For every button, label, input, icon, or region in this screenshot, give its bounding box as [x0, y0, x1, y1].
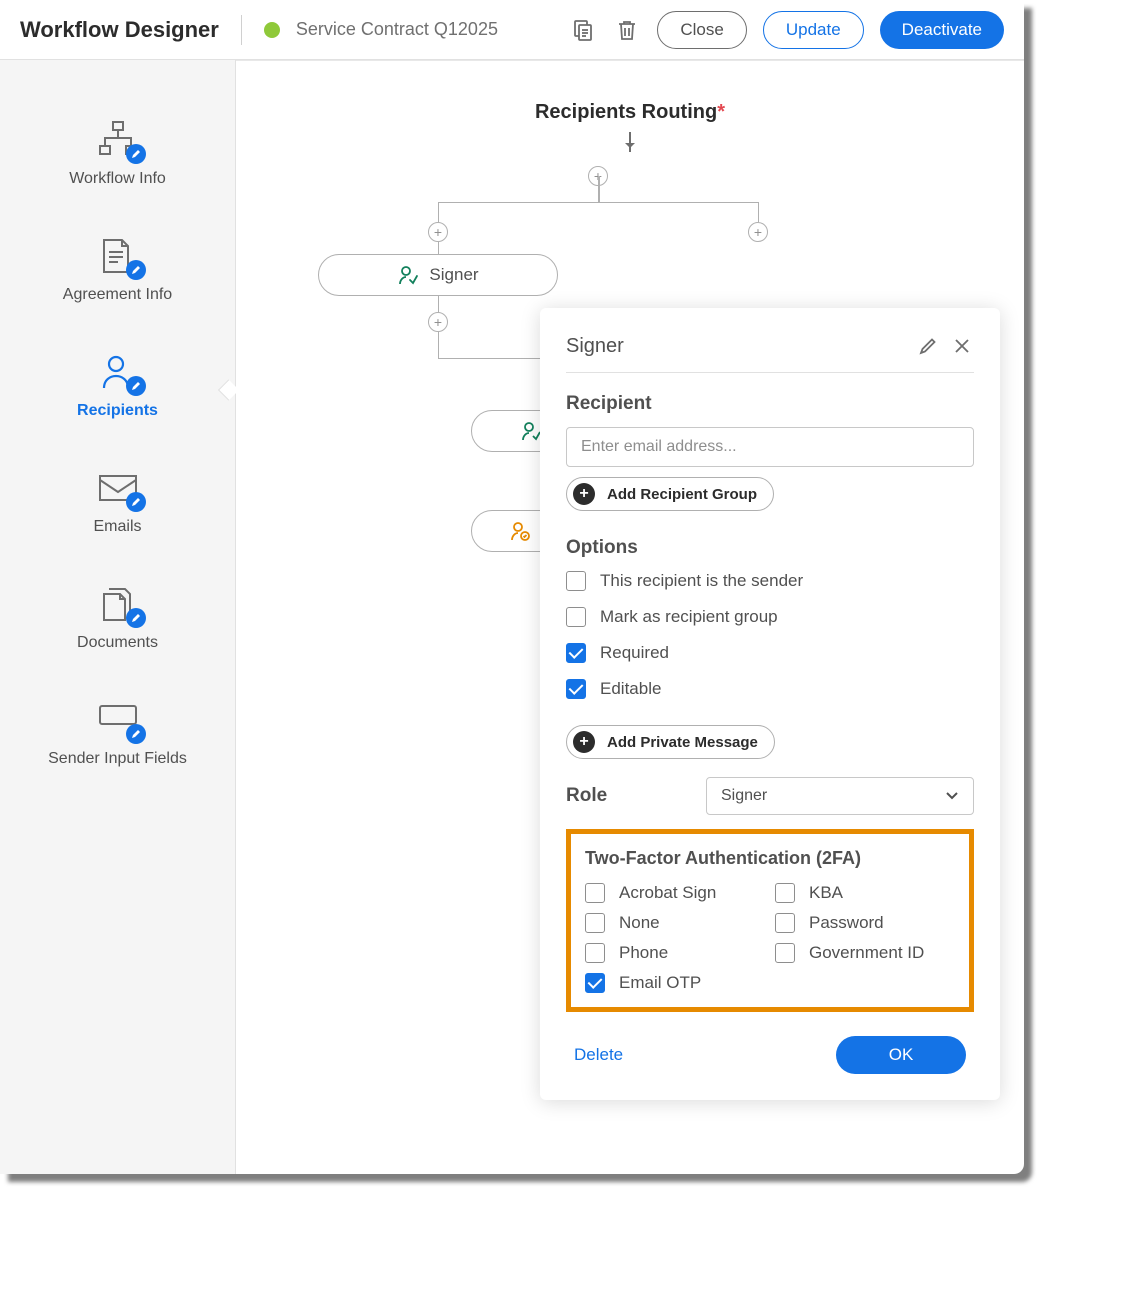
tfa-heading: Two-Factor Authentication (2FA): [585, 848, 955, 869]
delete-link[interactable]: Delete: [574, 1045, 623, 1065]
add-node-button[interactable]: +: [748, 222, 768, 242]
sender-input-icon: [96, 700, 140, 740]
tfa-emailotp-checkbox[interactable]: [585, 973, 605, 993]
recipient-edit-panel: Signer Recipient + Add Recipient Group O…: [540, 308, 1000, 1100]
checkbox-label: Required: [600, 643, 669, 663]
checkbox-label: Email OTP: [619, 973, 701, 993]
ok-button[interactable]: OK: [836, 1036, 966, 1074]
tfa-phone-checkbox[interactable]: [585, 943, 605, 963]
checkbox-label: Password: [809, 913, 884, 933]
role-select[interactable]: Signer: [706, 777, 974, 815]
is-sender-checkbox[interactable]: [566, 571, 586, 591]
workflow-info-icon: [96, 120, 140, 160]
sidebar-item-label: Agreement Info: [63, 286, 172, 304]
plus-icon: +: [573, 483, 595, 505]
sidebar-item-agreement-info[interactable]: Agreement Info: [0, 216, 235, 332]
panel-title: Signer: [566, 335, 906, 358]
close-button[interactable]: Close: [657, 11, 746, 49]
tfa-none-checkbox[interactable]: [585, 913, 605, 933]
connector-line: [438, 296, 439, 312]
connector-line: [598, 176, 600, 202]
sidebar-item-label: Workflow Info: [69, 170, 166, 188]
recipient-heading: Recipient: [566, 393, 974, 415]
connector-line: [758, 202, 759, 222]
canvas-title: Recipients Routing*: [276, 101, 984, 124]
status-indicator-icon: [264, 22, 280, 38]
add-recipient-group-button[interactable]: + Add Recipient Group: [566, 477, 774, 511]
connector-line: [438, 332, 439, 358]
sidebar-item-label: Documents: [77, 634, 158, 652]
checkbox-label: This recipient is the sender: [600, 571, 803, 591]
sidebar-item-label: Recipients: [77, 402, 158, 420]
app-title: Workflow Designer: [20, 17, 219, 43]
documents-icon: [96, 584, 140, 624]
agreement-info-icon: [96, 236, 140, 276]
trash-icon[interactable]: [613, 16, 641, 44]
copy-icon[interactable]: [569, 16, 597, 44]
sidebar-item-label: Emails: [93, 518, 141, 536]
checkbox-label: Government ID: [809, 943, 924, 963]
checkbox-label: None: [619, 913, 660, 933]
sidebar: Workflow Info Agreement Info Recipients: [0, 60, 236, 1174]
workflow-name: Service Contract Q12025: [296, 19, 498, 40]
deactivate-button[interactable]: Deactivate: [880, 11, 1004, 49]
connector-line: [438, 202, 758, 203]
tfa-section-highlight: Two-Factor Authentication (2FA) Acrobat …: [566, 829, 974, 1012]
recipient-email-input[interactable]: [566, 427, 974, 467]
tfa-kba-checkbox[interactable]: [775, 883, 795, 903]
required-checkbox[interactable]: [566, 643, 586, 663]
sidebar-item-workflow-info[interactable]: Workflow Info: [0, 100, 235, 216]
add-node-button[interactable]: +: [428, 222, 448, 242]
checkbox-label: Phone: [619, 943, 668, 963]
checkbox-label: Mark as recipient group: [600, 607, 778, 627]
editable-checkbox[interactable]: [566, 679, 586, 699]
role-label: Role: [566, 785, 686, 807]
divider: [241, 15, 242, 45]
add-node-button[interactable]: +: [428, 312, 448, 332]
update-button[interactable]: Update: [763, 11, 864, 49]
mark-group-checkbox[interactable]: [566, 607, 586, 627]
signer-node[interactable]: Signer: [318, 254, 558, 296]
sidebar-item-documents[interactable]: Documents: [0, 564, 235, 680]
tfa-govid-checkbox[interactable]: [775, 943, 795, 963]
options-heading: Options: [566, 537, 974, 559]
sidebar-item-emails[interactable]: Emails: [0, 448, 235, 564]
chevron-down-icon: [945, 791, 959, 801]
plus-icon: +: [573, 731, 595, 753]
checkbox-label: Editable: [600, 679, 661, 699]
connector-line: [438, 242, 439, 254]
emails-icon: [96, 468, 140, 508]
recipients-icon: [96, 352, 140, 392]
header-bar: Workflow Designer Service Contract Q1202…: [0, 0, 1024, 60]
connector-line: [438, 202, 439, 222]
required-star: *: [717, 101, 725, 123]
tfa-password-checkbox[interactable]: [775, 913, 795, 933]
checkbox-label: KBA: [809, 883, 843, 903]
close-icon[interactable]: [950, 334, 974, 358]
add-private-message-button[interactable]: + Add Private Message: [566, 725, 775, 759]
sidebar-item-sender-input[interactable]: Sender Input Fields: [0, 680, 235, 796]
arrow-down-icon: [629, 132, 631, 152]
tfa-acrobat-checkbox[interactable]: [585, 883, 605, 903]
sidebar-item-recipients[interactable]: Recipients: [0, 332, 235, 448]
sidebar-item-label: Sender Input Fields: [48, 750, 187, 768]
edit-icon[interactable]: [916, 334, 940, 358]
checkbox-label: Acrobat Sign: [619, 883, 716, 903]
